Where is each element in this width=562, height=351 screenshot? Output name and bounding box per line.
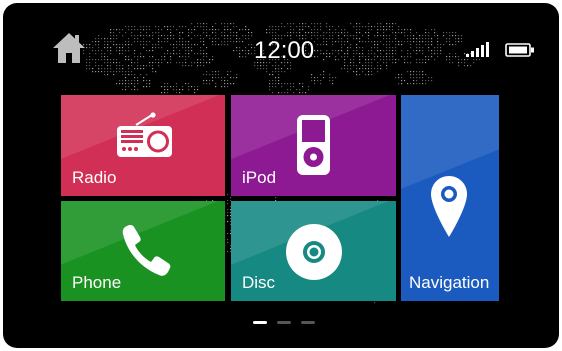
phone-tile-label: Phone: [72, 273, 122, 292]
radio-tile[interactable]: Radio: [61, 95, 225, 196]
disc-icon: [286, 224, 342, 280]
signal-bars-icon: [466, 42, 489, 57]
ipod-tile[interactable]: iPod: [231, 95, 396, 196]
infotainment-screen: 12:00 Radio iPod Phone Disc Navigation: [3, 3, 559, 348]
phone-handset-icon: [122, 225, 171, 276]
navigation-tile-label: Navigation: [409, 273, 490, 292]
map-pin-icon: [431, 176, 467, 237]
clock: 12:00: [254, 37, 315, 64]
ipod-icon: [297, 115, 330, 175]
radio-icon: [117, 112, 172, 157]
page-dot[interactable]: [301, 321, 315, 324]
disc-tile-label: Disc: [242, 273, 276, 292]
radio-tile-label: Radio: [72, 168, 117, 187]
page-indicator: [253, 321, 317, 327]
ipod-tile-label: iPod: [242, 168, 277, 187]
disc-tile[interactable]: Disc: [231, 201, 396, 301]
page-dot[interactable]: [253, 321, 267, 324]
home-icon[interactable]: [51, 31, 87, 65]
navigation-tile[interactable]: Navigation: [401, 95, 499, 301]
page-dot[interactable]: [277, 321, 291, 324]
phone-tile[interactable]: Phone: [61, 201, 225, 301]
battery-icon: [505, 43, 534, 57]
